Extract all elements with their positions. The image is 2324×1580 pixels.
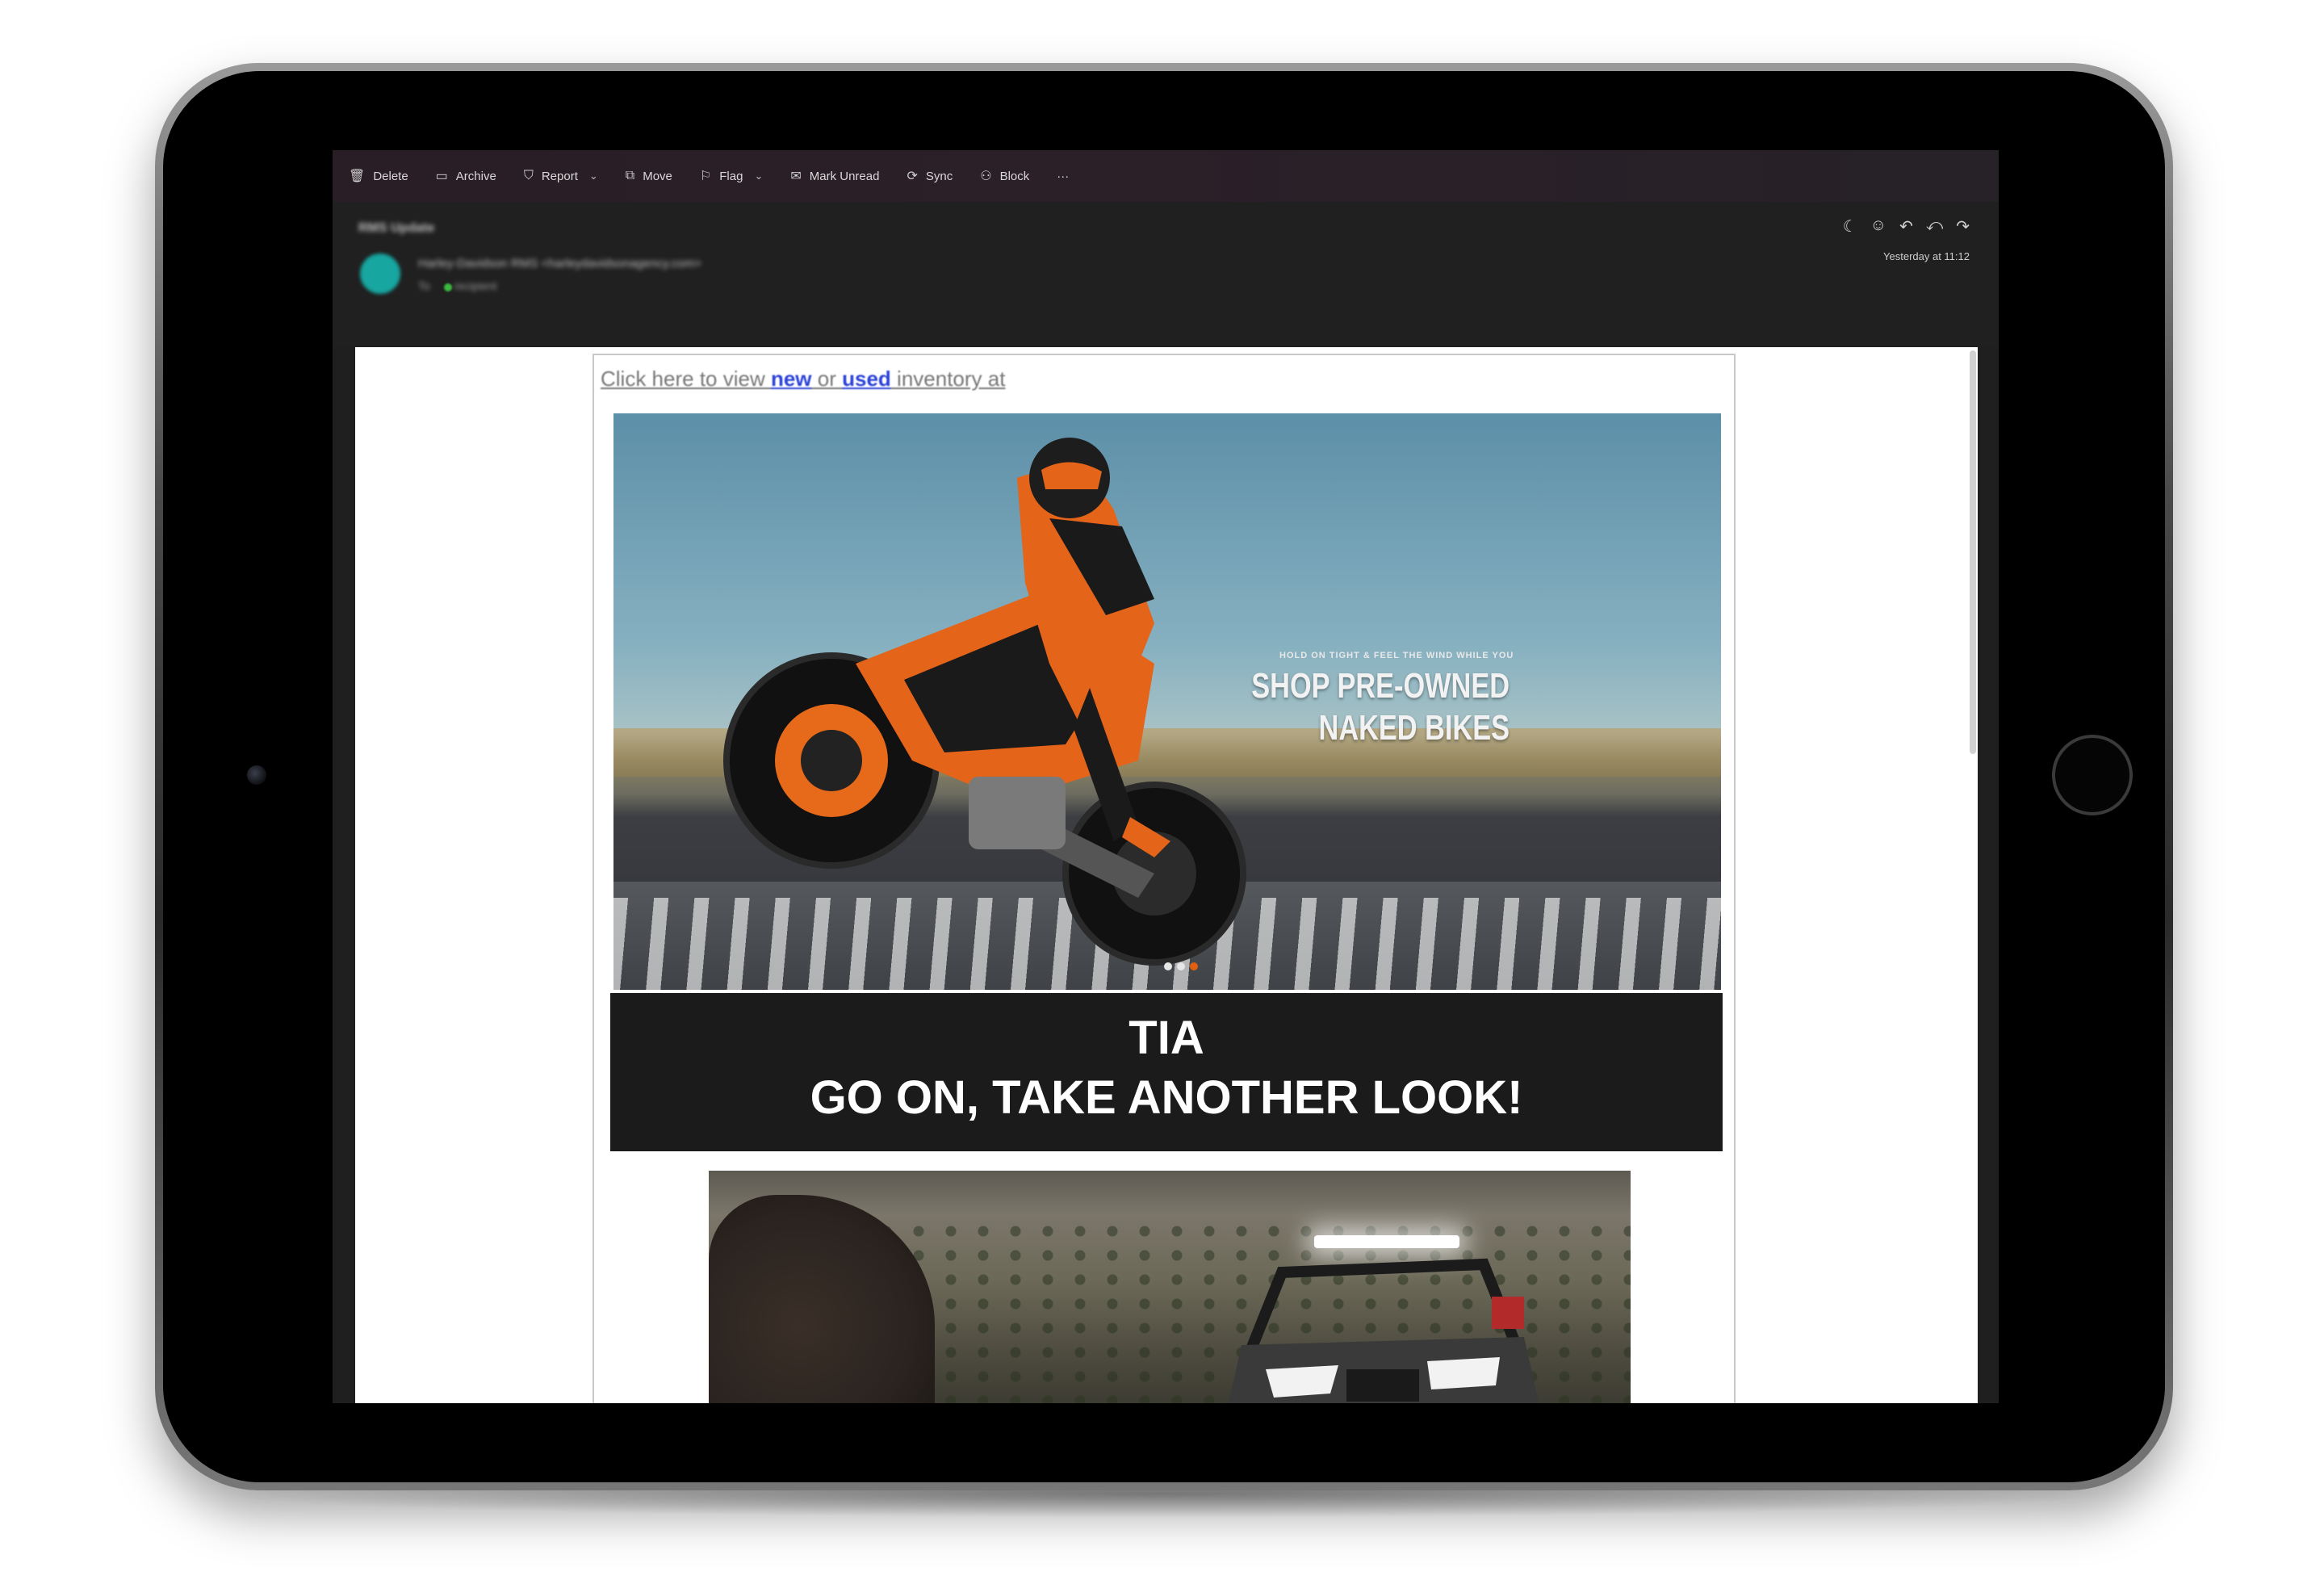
message-timestamp: Yesterday at 11:12 <box>1883 250 1970 262</box>
link-suffix: inventory at <box>890 367 1006 391</box>
archive-icon: ▭ <box>435 170 448 183</box>
delete-label: Delete <box>373 169 408 183</box>
block-user-icon: ⚇ <box>980 170 992 183</box>
sync-icon: ⟳ <box>907 170 918 183</box>
carousel-dot-active[interactable] <box>1190 962 1198 970</box>
flag-label: Flag <box>719 169 743 183</box>
moon-icon[interactable]: ☾ <box>1843 216 1857 237</box>
utv-light-bar <box>1314 1235 1459 1248</box>
folder-move-icon: ⧉ <box>625 169 635 182</box>
archive-label: Archive <box>455 169 496 183</box>
chevron-down-icon[interactable]: ⌄ <box>754 170 763 182</box>
recipient-name[interactable]: recipient <box>454 279 497 292</box>
mail-unread-icon: ✉ <box>790 170 802 183</box>
new-inventory-link[interactable]: new <box>771 367 812 391</box>
block-button[interactable]: ⚇ Block <box>980 168 1029 184</box>
trash-icon: 🗑 <box>349 170 366 183</box>
promo-banner: TIA GO ON, TAKE ANOTHER LOOK! <box>610 993 1723 1151</box>
carousel-dots <box>1164 962 1198 970</box>
block-label: Block <box>999 169 1030 183</box>
carousel-dot[interactable] <box>1164 962 1172 970</box>
emoji-icon[interactable]: ☺ <box>1870 216 1886 237</box>
vertical-scrollbar[interactable] <box>1970 350 1976 754</box>
hero-headline-line2: NAKED BIKES <box>1318 708 1510 748</box>
reply-icon[interactable]: ↶ <box>1899 216 1913 237</box>
move-button[interactable]: ⧉ Move <box>626 169 672 183</box>
utv-illustration <box>1229 1258 1539 1403</box>
front-camera <box>247 765 266 785</box>
utv-promo-image[interactable] <box>709 1171 1631 1403</box>
delete-button[interactable]: 🗑 Delete <box>349 168 408 184</box>
mail-toolbar: 🗑 Delete ▭ Archive ⛉ Report ⌄ ⧉ Move ⚐ F… <box>333 150 1999 202</box>
sync-label: Sync <box>925 169 953 183</box>
hero-tagline: HOLD ON TIGHT & FEEL THE WIND WHILE YOU <box>1279 651 1514 660</box>
banner-line-2: GO ON, TAKE ANOTHER LOOK! <box>810 1071 1523 1124</box>
hero-banner-image[interactable]: HOLD ON TIGHT & FEEL THE WIND WHILE YOU … <box>613 413 1721 990</box>
recipient-prefix: To <box>418 279 430 292</box>
link-middle: or <box>811 367 843 391</box>
inventory-link-line: Click here to view new or used inventory… <box>601 367 1005 392</box>
archive-button[interactable]: ▭ Archive <box>436 168 496 184</box>
email-content-frame: Click here to view new or used inventory… <box>593 354 1736 1403</box>
sync-button[interactable]: ⟳ Sync <box>907 168 953 184</box>
move-label: Move <box>643 169 672 183</box>
carousel-dot[interactable] <box>1177 962 1185 970</box>
message-subject: RMS Update <box>358 221 435 235</box>
flag-button[interactable]: ⚐ Flag ⌄ <box>700 168 763 184</box>
email-client-screen: 🗑 Delete ▭ Archive ⛉ Report ⌄ ⧉ Move ⚐ F… <box>333 150 1999 1403</box>
forward-icon[interactable]: ↷ <box>1956 216 1970 237</box>
sender-address[interactable]: Harley-Davidson RMS <harleydavidsonagenc… <box>418 257 701 270</box>
message-actions: ☾ ☺ ↶ ⤺ ↷ <box>1843 216 1970 237</box>
chevron-down-icon[interactable]: ⌄ <box>589 170 598 182</box>
link-prefix: Click here to view <box>601 367 771 391</box>
mark-unread-label: Mark Unread <box>809 169 880 183</box>
flag-icon: ⚐ <box>699 170 712 183</box>
more-icon: ··· <box>1057 169 1070 183</box>
message-header: RMS Update Harley-Davidson RMS <harleyda… <box>333 202 1999 347</box>
shield-icon: ⛉ <box>523 169 534 182</box>
used-inventory-link[interactable]: used <box>842 367 891 391</box>
presence-dot <box>444 283 452 291</box>
motorcycle-illustration <box>723 438 1246 966</box>
sender-avatar <box>360 254 400 294</box>
reply-all-icon[interactable]: ⤺ <box>1926 216 1943 237</box>
hero-headline: SHOP PRE-OWNED NAKED BIKES <box>1245 665 1510 749</box>
report-button[interactable]: ⛉ Report ⌄ <box>524 169 598 183</box>
banner-line-1: TIA <box>1129 1012 1204 1064</box>
home-button[interactable] <box>2052 735 2133 815</box>
message-body: Click here to view new or used inventory… <box>355 347 1978 1403</box>
hero-headline-line1: SHOP PRE-OWNED <box>1251 666 1510 706</box>
recipient-line: To recipient <box>418 279 497 292</box>
more-button[interactable]: ··· <box>1057 170 1069 183</box>
report-label: Report <box>541 169 578 183</box>
mark-unread-button[interactable]: ✉ Mark Unread <box>790 168 879 184</box>
